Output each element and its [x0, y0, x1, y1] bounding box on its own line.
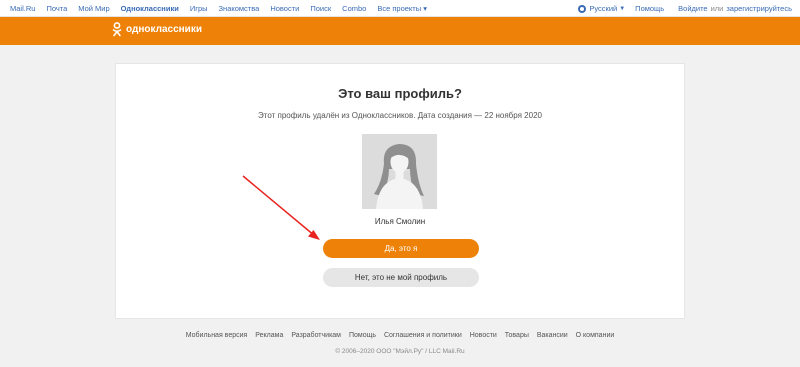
or-text: или [710, 4, 724, 13]
footer-link-goods[interactable]: Товары [505, 332, 529, 339]
nav-my-world[interactable]: Мой Мир [78, 4, 109, 13]
chevron-down-icon: ▼ [619, 5, 626, 12]
nav-mailru[interactable]: Mail.Ru [10, 4, 35, 13]
profile-deleted-notice: Этот профиль удалён из Одноклассников. Д… [258, 111, 542, 120]
nav-dating[interactable]: Знакомства [219, 4, 260, 13]
nav-combo[interactable]: Combo [342, 4, 366, 13]
confirm-profile-button[interactable]: Да, это я [323, 239, 479, 258]
site-header: одноклассники [0, 17, 800, 45]
nav-mail[interactable]: Почта [46, 4, 67, 13]
register-link[interactable]: зарегистрируйтесь [726, 4, 792, 13]
portal-nav: Mail.Ru Почта Мой Мир Одноклассники Игры… [10, 4, 438, 13]
female-avatar-placeholder-icon [362, 134, 437, 209]
nav-games[interactable]: Игры [190, 4, 208, 13]
footer-link-agreements[interactable]: Соглашения и политики [384, 332, 462, 339]
deny-profile-button[interactable]: Нет, это не мой профиль [323, 268, 479, 287]
logo-text: одноклассники [126, 24, 202, 35]
nav-news[interactable]: Новости [270, 4, 299, 13]
footer-link-mobile[interactable]: Мобильная версия [186, 332, 248, 339]
help-link[interactable]: Помощь [635, 4, 664, 13]
footer-link-news[interactable]: Новости [470, 332, 497, 339]
footer-links: Мобильная версия Реклама Разработчикам П… [0, 332, 800, 339]
copyright: © 2006–2020 ООО "Мэйл.Ру" / LLC Mail.Ru [335, 348, 465, 355]
page-title: Это ваш профиль? [338, 86, 462, 101]
footer-link-developers[interactable]: Разработчикам [291, 332, 341, 339]
footer-link-vacancies[interactable]: Вакансии [537, 332, 568, 339]
nav-odnoklassniki[interactable]: Одноклассники [121, 4, 179, 13]
ok-logo[interactable]: одноклассники [112, 22, 202, 37]
profile-name: Илья Смолин [374, 217, 426, 226]
login-link[interactable]: Войдите [678, 4, 707, 13]
footer-link-ads[interactable]: Реклама [255, 332, 283, 339]
profile-card: Это ваш профиль? Этот профиль удалён из … [115, 63, 685, 319]
footer-link-about[interactable]: О компании [576, 332, 615, 339]
portal-topbar: Mail.Ru Почта Мой Мир Одноклассники Игры… [0, 0, 800, 17]
nav-all-projects[interactable]: Все проекты [377, 4, 427, 13]
footer-link-help[interactable]: Помощь [349, 332, 376, 339]
topbar-right: Русский ▼ Помощь Войдите или зарегистрир… [578, 4, 792, 13]
globe-icon [578, 4, 587, 13]
avatar [362, 134, 437, 209]
language-select[interactable]: Русский [589, 4, 617, 13]
nav-search[interactable]: Поиск [310, 4, 331, 13]
ok-logo-icon [112, 22, 122, 37]
